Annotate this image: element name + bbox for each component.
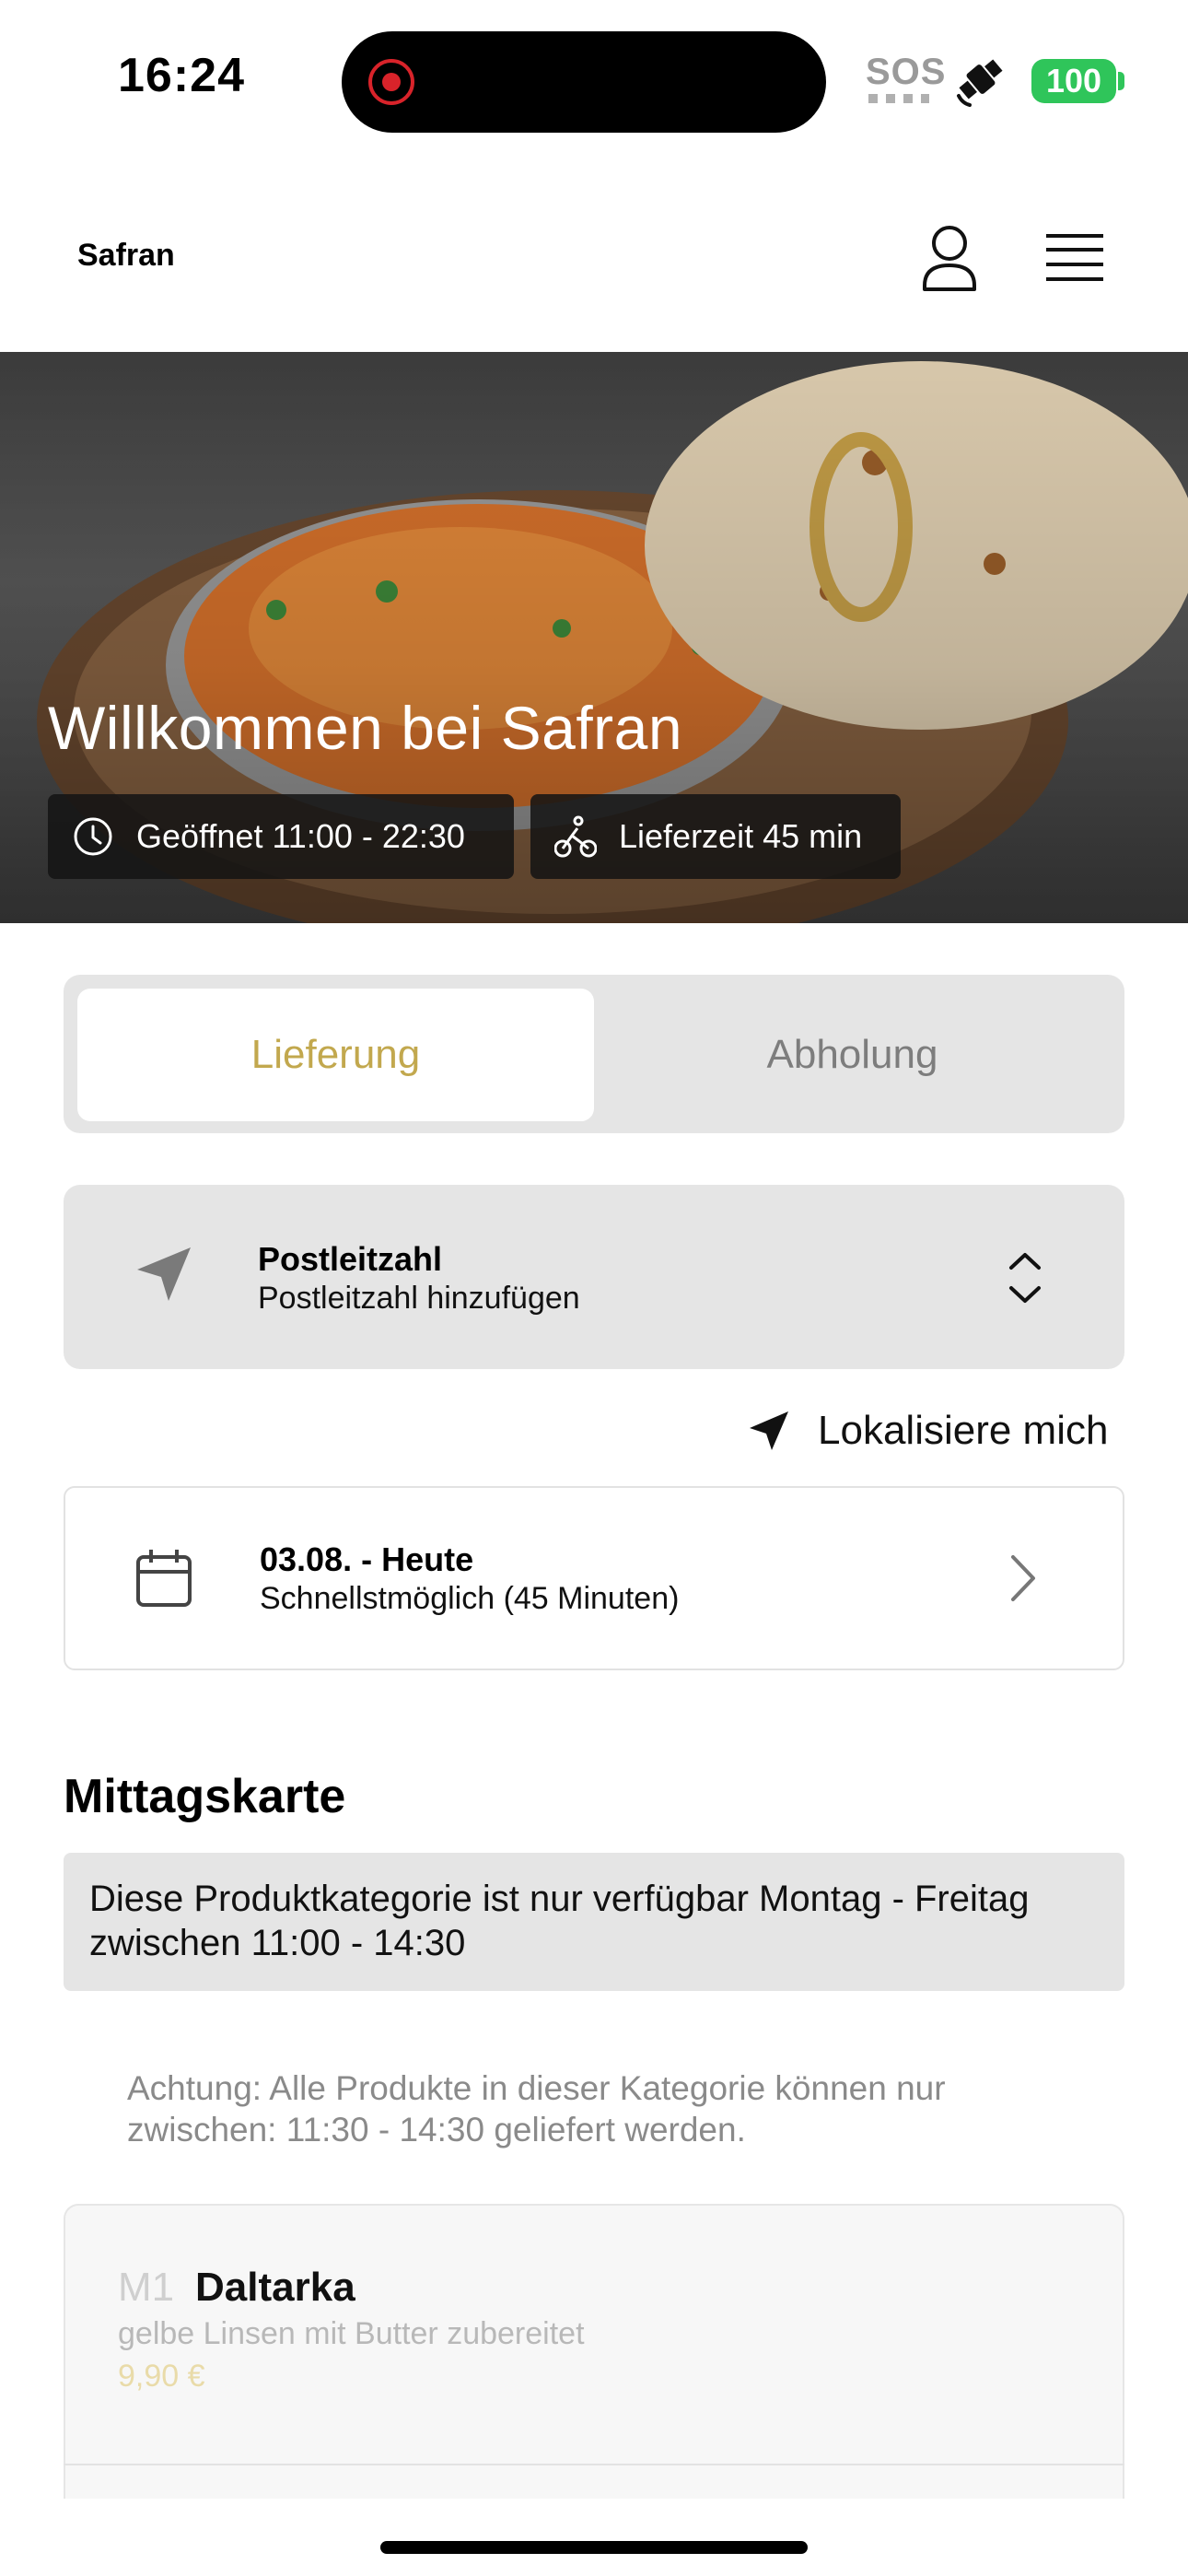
clock-icon — [74, 817, 112, 856]
postcode-placeholder: Postleitzahl hinzufügen — [258, 1281, 580, 1316]
delivery-time-badge: Lieferzeit 45 min — [530, 794, 901, 879]
location-arrow-icon — [137, 1247, 191, 1301]
locate-me-label: Lokalisiere mich — [818, 1408, 1109, 1453]
battery-tip — [1118, 72, 1124, 90]
satellite-icon — [957, 59, 1003, 107]
bicycle-courier-icon — [554, 815, 597, 858]
hero-banner: Willkommen bei Safran Geöffnet 11:00 - 2… — [0, 352, 1188, 923]
delivery-date: 03.08. - Heute — [260, 1540, 474, 1578]
user-icon[interactable] — [917, 221, 982, 295]
product-divider — [64, 2464, 1124, 2465]
signal-dots — [868, 94, 929, 103]
availability-notice: Diese Produktkategorie ist nur verfügbar… — [64, 1853, 1124, 1991]
delivery-warning: Achtung: Alle Produkte in dieser Kategor… — [127, 2069, 946, 2149]
screen-record-icon — [368, 59, 414, 105]
chevron-right-icon — [1011, 1555, 1035, 1601]
tab-abholung[interactable]: Abholung — [594, 989, 1111, 1121]
delivery-time-text: Lieferzeit 45 min — [619, 817, 863, 855]
product-price: 9,90 € — [118, 2359, 205, 2394]
tab-lieferung[interactable]: Lieferung — [77, 989, 594, 1121]
product-description: gelbe Linsen mit Butter zubereitet — [118, 2316, 585, 2351]
chevron-up-down-icon — [1009, 1253, 1041, 1303]
battery-indicator: 100 — [1031, 59, 1116, 103]
hero-title: Willkommen bei Safran — [48, 694, 683, 762]
opening-hours-text: Geöffnet 11:00 - 22:30 — [136, 817, 465, 855]
postcode-label: Postleitzahl — [258, 1240, 443, 1278]
delivery-time-option: Schnellstmöglich (45 Minuten) — [260, 1581, 680, 1616]
delivery-time-selector[interactable] — [64, 1486, 1124, 1670]
bottom-safe-area — [0, 2499, 1188, 2576]
locate-me-button[interactable]: Lokalisiere mich — [748, 1400, 1108, 1461]
opening-hours-badge: Geöffnet 11:00 - 22:30 — [48, 794, 514, 879]
brand-name[interactable]: Safran — [77, 238, 175, 274]
home-indicator[interactable] — [380, 2541, 808, 2554]
postcode-selector[interactable] — [64, 1185, 1124, 1369]
product-code: M1 — [118, 2265, 175, 2310]
category-title: Mittagskarte — [64, 1770, 346, 1823]
status-time: 16:24 — [118, 49, 245, 102]
location-arrow-icon — [750, 1411, 788, 1450]
sos-indicator: SOS — [866, 52, 947, 92]
product-name: Daltarka — [195, 2265, 355, 2310]
calendar-icon — [136, 1550, 192, 1607]
menu-icon[interactable] — [1044, 230, 1105, 286]
